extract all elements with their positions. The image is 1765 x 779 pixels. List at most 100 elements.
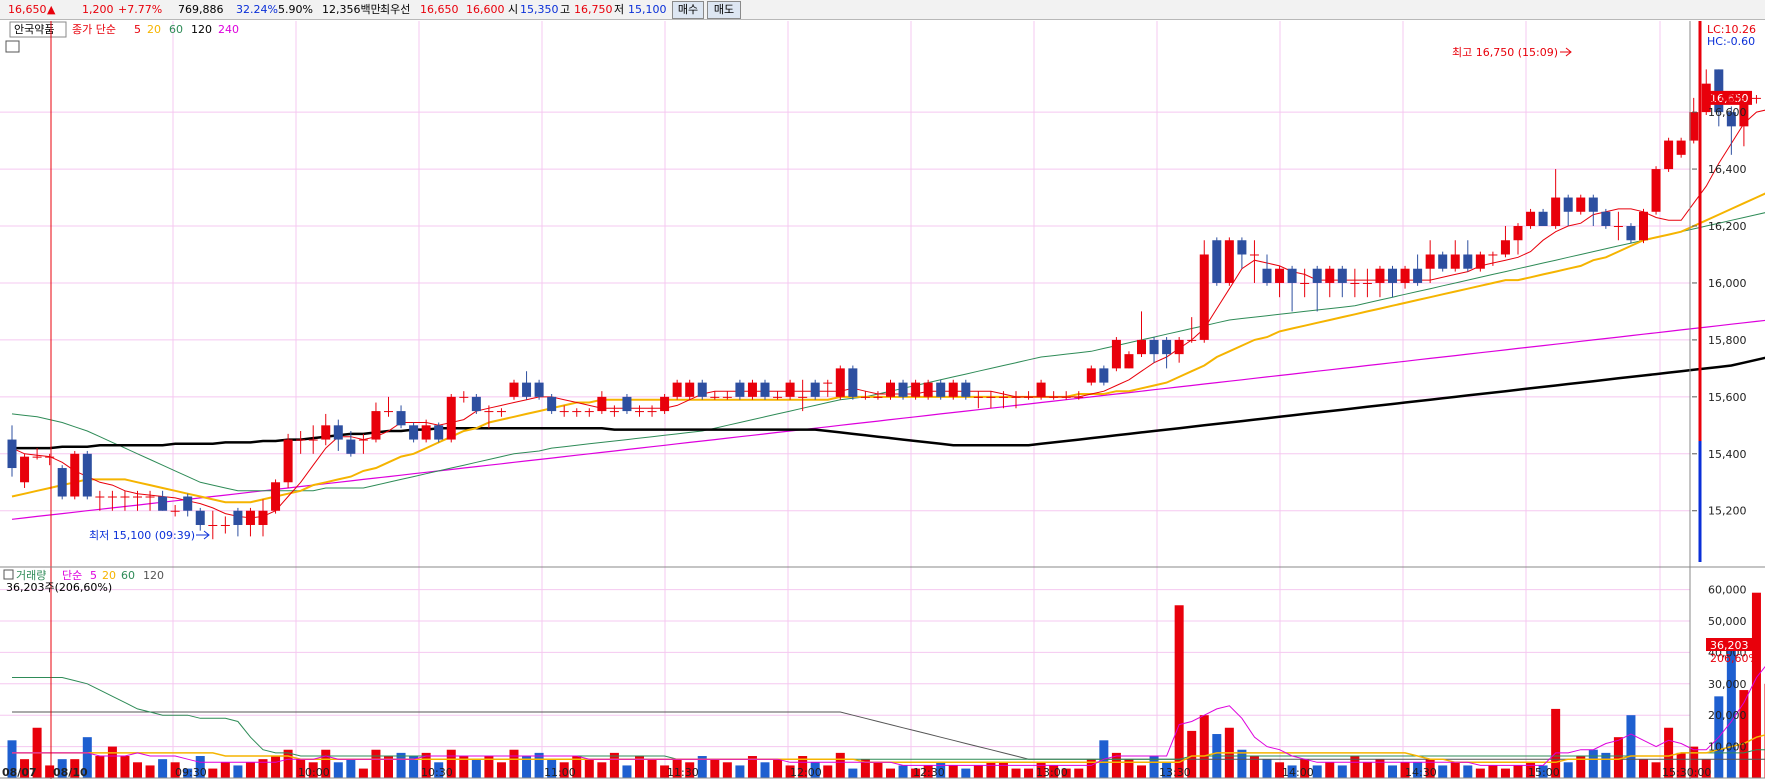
candle-body [911,382,921,397]
volume-bar [158,759,168,778]
candle-body [1613,226,1623,228]
legend-ma240: 240 [218,23,239,36]
volume-ma-lines [12,666,1765,766]
volume-bar [220,762,230,778]
candle-body [421,425,431,440]
candle-body [1074,396,1084,398]
stock-name: 안국약품 [14,22,54,36]
candle-body [1651,169,1661,212]
volume-bar [1011,768,1021,778]
price-tick-label: 15,200 [1708,505,1747,518]
candle-body [82,453,92,497]
price-tick-label: 15,600 [1708,391,1747,404]
quote-bar: 16,650 ▲ 1,200 +7.77% 769,886 32.24% 5.9… [0,0,1765,20]
candle-body [1639,211,1648,241]
candle-body [747,382,757,397]
volume-bar [358,768,368,778]
volume-bar [1613,737,1623,778]
candle-body [484,411,494,413]
volume-bar [1563,762,1573,778]
candle-body [7,439,17,469]
candle-body [1212,240,1222,283]
volume-bar [1325,762,1335,778]
candle-body [798,396,808,398]
chart-settings-icon[interactable] [5,40,20,53]
volume-bar [735,765,745,778]
ma5-line [11,109,1765,519]
candle-body [810,382,820,397]
candle-body [860,396,870,398]
candle-body [986,396,996,398]
volume-bar [1388,765,1397,778]
time-tick-label: 10:00 [298,766,330,779]
price-change: 1,200 [82,3,114,16]
volume-bar [471,759,481,778]
volume-bar [848,768,858,778]
candle-body [1224,240,1234,283]
candle-body [258,510,268,525]
volume-bar [1137,765,1146,778]
volume-bar [1362,762,1372,778]
candle-body [1538,211,1548,227]
candle-body [973,396,983,398]
candle-body [1626,226,1636,241]
candle-body [1576,197,1586,212]
candle-body [195,510,205,525]
volume-bar [622,765,632,778]
candle-body [1751,97,1761,99]
best-bid: 16,600 [466,3,505,16]
time-tick-label: 14:00 [1282,766,1314,779]
candle-body [358,439,368,441]
candle-body [848,368,858,397]
current-pct-tag: 0.00% [1710,92,1745,105]
candle-body [1199,254,1209,340]
candle-body [1601,211,1611,227]
candle-body [208,524,218,526]
candle-body [823,382,833,384]
candle-body [220,524,230,526]
candle-body [107,496,117,498]
candle-body [635,411,644,413]
candle-body [170,510,180,512]
candle-body [584,411,594,413]
vol-ma120-line [12,711,1765,760]
candle-body [522,382,532,397]
volume-settings-icon[interactable] [3,569,14,580]
candle-body [710,396,720,398]
volume-bar [973,765,983,778]
candle-body [133,496,142,498]
price-tick-label: 16,000 [1708,277,1747,290]
volume-bar [271,756,281,778]
volume-bar [1312,765,1322,778]
volume-bar [1651,762,1661,778]
volume-bar [986,762,996,778]
volume-bar [835,752,845,778]
candle-body [1099,368,1109,383]
chart-canvas[interactable]: 안국약품 종가 단순 5 20 60 120 240 최고 16,750 (15… [0,21,1765,779]
legend-ma120: 120 [191,23,212,36]
volume-bar [760,762,770,778]
open-price: 15,350 [520,3,559,16]
volume-bar [371,749,381,778]
candle-body [434,425,444,440]
candle-body [886,382,895,397]
candle-body [1475,254,1485,269]
volume-bar [609,752,619,778]
sell-button[interactable]: 매도 [707,1,741,19]
hc-label: HC:-0.60 [1707,35,1755,48]
candle-body [333,425,343,440]
high-price: 16,750 [574,3,613,16]
volume-bar [133,762,142,778]
candle-body [1526,211,1536,227]
price-tick-label: 16,200 [1708,220,1747,233]
candle-body [346,439,356,454]
buy-button[interactable]: 매수 [672,1,704,19]
candle-body [1588,197,1598,212]
candle-body [45,456,55,458]
change-percent: +7.77% [118,3,163,16]
candle-body [1400,268,1410,283]
current-price: 16,650 [8,3,47,16]
high-label: 고 [560,3,571,16]
ratio-value: 5.90% [278,3,313,16]
candle-body [1337,268,1347,283]
